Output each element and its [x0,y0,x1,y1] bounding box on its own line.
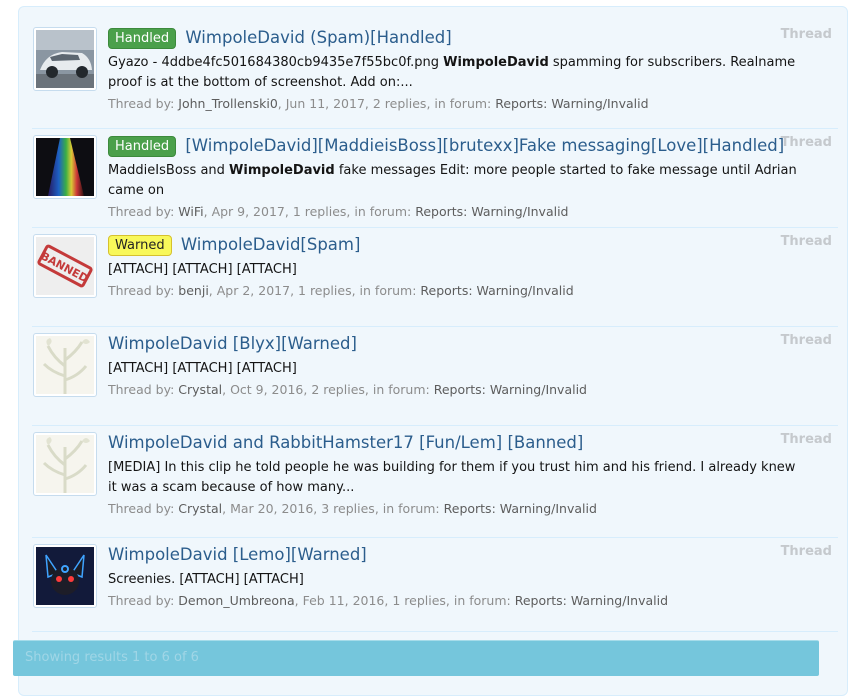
prefix-badge: Handled [108,28,177,49]
thread-title-link[interactable]: WimpoleDavid [Lemo][Warned] [108,545,367,564]
thread-title-link[interactable]: WimpoleDavid (Spam)[Handled] [185,28,451,47]
reply-count: 1 replies [298,283,352,298]
thread-title-link[interactable]: [WimpoleDavid][MaddieisBoss][brutexx]Fak… [185,136,784,155]
reply-count: 1 replies [292,204,347,219]
results-footer: Showing results 1 to 6 of 6 [13,640,819,676]
result-snippet: Gyazo - 4ddbe4fc501684380cb9435e7f55bc0f… [108,55,796,90]
post-date: Mar 20, 2016 [230,501,314,516]
results-count-text: Showing results 1 to 6 of 6 [25,650,199,665]
rainbow-light-icon [36,138,94,196]
thread-title-link[interactable]: WimpoleDavid [Blyx][Warned] [108,334,357,353]
post-date: Oct 9, 2016 [230,382,304,397]
result-title: Handled [WimpoleDavid][MaddieisBoss][bru… [108,135,838,157]
result-title: WimpoleDavid [Blyx][Warned] [108,333,838,355]
list-item: WimpoleDavid and RabbitHamster17 [Fun/Le… [32,426,838,538]
plant-sketch-icon [36,336,94,394]
title-highlight: WimpoleDavid [180,235,301,254]
result-snippet: Screenies. [ATTACH] [ATTACH] [108,572,304,587]
avatar[interactable] [33,135,97,199]
avatar[interactable] [33,432,97,496]
author-link[interactable]: benji [178,283,209,298]
content-type-label: Thread [780,333,832,348]
author-link[interactable]: John_Trollenski0 [178,96,277,111]
list-item: BANNED Warned WimpoleDavid[Spam] [ATTACH… [32,228,838,327]
list-item: WimpoleDavid [Blyx][Warned] [ATTACH] [AT… [32,327,838,426]
forum-link[interactable]: Reports: Warning/Invalid [444,501,597,516]
title-highlight: WimpoleDavid [108,545,228,564]
results-list: Handled WimpoleDavid (Spam)[Handled] Gya… [32,21,838,632]
post-date: Apr 2, 2017 [216,283,291,298]
result-meta: Thread by: Crystal, Oct 9, 2016, 2 repli… [108,382,587,397]
content-type-label: Thread [780,432,832,447]
thread-title-link[interactable]: WimpoleDavid[Spam] [181,235,361,254]
prefix-badge: Warned [108,235,172,256]
content-type-label: Thread [780,27,832,42]
result-title: WimpoleDavid and RabbitHamster17 [Fun/Le… [108,432,838,454]
forum-link[interactable]: Reports: Warning/Invalid [434,382,587,397]
title-rest: (Spam)[Handled] [304,28,452,47]
reply-count: 2 replies [372,96,427,111]
forum-link[interactable]: Reports: Warning/Invalid [495,96,648,111]
avatar[interactable]: BANNED [33,234,97,298]
reply-count: 3 replies [321,501,375,516]
list-item: Handled WimpoleDavid (Spam)[Handled] Gya… [32,21,838,129]
result-meta: Thread by: benji, Apr 2, 2017, 1 replies… [108,283,574,298]
result-title: Handled WimpoleDavid (Spam)[Handled] [108,27,838,49]
title-rest: [Spam] [300,235,361,254]
result-title: WimpoleDavid [Lemo][Warned] [108,544,838,566]
forum-link[interactable]: Reports: Warning/Invalid [420,283,573,298]
content-type-label: Thread [780,544,832,559]
title-highlight: WimpoleDavid [108,433,228,452]
result-title: Warned WimpoleDavid[Spam] [108,234,838,256]
avatar[interactable] [33,544,97,608]
list-item: Handled [WimpoleDavid][MaddieisBoss][bru… [32,129,838,228]
post-date: Apr 9, 2017 [211,204,285,219]
forum-link[interactable]: Reports: Warning/Invalid [515,593,668,608]
thread-title-link[interactable]: WimpoleDavid and RabbitHamster17 [Fun/Le… [108,433,583,452]
post-date: Feb 11, 2016 [302,593,385,608]
avatar[interactable] [33,333,97,397]
reply-count: 1 replies [392,593,446,608]
plant-sketch-icon [36,435,94,493]
result-snippet: [MEDIA] In this clip he told people he w… [108,460,796,495]
post-date: Jun 11, 2017 [285,96,365,111]
title-rest: [Lemo][Warned] [227,545,367,564]
author-link[interactable]: Crystal [178,501,222,516]
title-highlight: WimpoleDavid [108,334,228,353]
content-type-label: Thread [780,135,832,150]
banned-stamp-icon: BANNED [36,237,94,295]
title-rest: [WimpoleDavid][MaddieisBoss][brutexx]Fak… [185,136,785,155]
umbreon-character-icon [36,547,94,605]
title-rest: [Blyx][Warned] [227,334,357,353]
search-results-panel: Handled WimpoleDavid (Spam)[Handled] Gya… [18,6,848,696]
title-highlight: WimpoleDavid [185,28,305,47]
forum-link[interactable]: Reports: Warning/Invalid [415,204,568,219]
result-snippet: [ATTACH] [ATTACH] [ATTACH] [108,361,297,376]
list-item: WimpoleDavid [Lemo][Warned] Screenies. [… [32,538,838,632]
author-link[interactable]: Crystal [178,382,222,397]
author-link[interactable]: WiFi [178,204,203,219]
title-rest: and RabbitHamster17 [Fun/Lem] [Banned] [227,433,584,452]
result-snippet: [ATTACH] [ATTACH] [ATTACH] [108,262,297,277]
reply-count: 2 replies [311,382,365,397]
prefix-badge: Handled [108,136,177,157]
result-snippet: MaddieIsBoss and WimpoleDavid fake messa… [108,163,797,198]
content-type-label: Thread [780,234,832,249]
result-meta: Thread by: Crystal, Mar 20, 2016, 3 repl… [108,501,597,516]
author-link[interactable]: Demon_Umbreona [178,593,294,608]
result-meta: Thread by: John_Trollenski0, Jun 11, 201… [108,96,649,111]
avatar[interactable] [33,27,97,91]
result-meta: Thread by: WiFi, Apr 9, 2017, 1 replies,… [108,204,569,219]
car-thumbnail-icon [36,30,94,88]
result-meta: Thread by: Demon_Umbreona, Feb 11, 2016,… [108,593,669,608]
